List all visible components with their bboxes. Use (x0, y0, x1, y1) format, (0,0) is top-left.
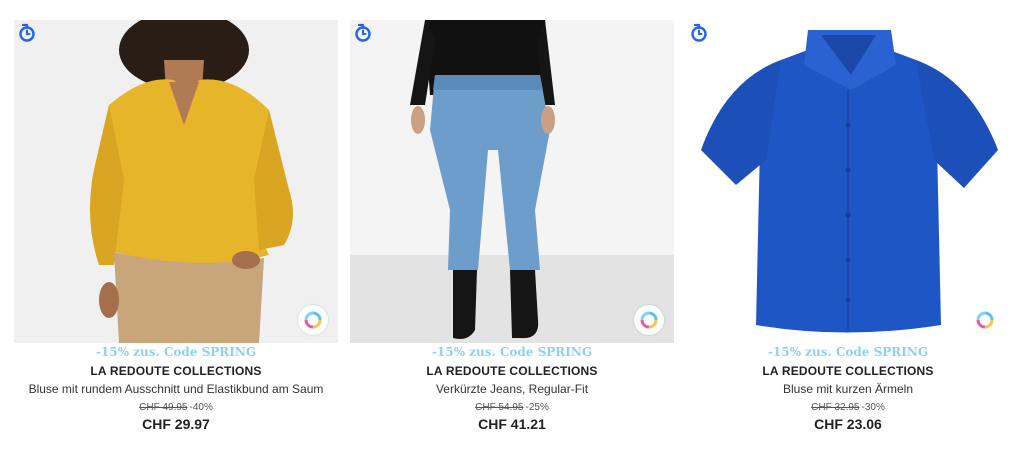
discount-badge: -30% (861, 402, 885, 413)
old-price: CHF 32.95 (811, 402, 860, 413)
discount-badge: -25% (525, 402, 549, 413)
product-info: -15% zus. Code SPRING LA REDOUTE COLLECT… (350, 345, 674, 432)
old-price-row: CHF 32.95 -30% (686, 402, 1010, 413)
product-image[interactable] (350, 20, 674, 343)
old-price: CHF 54.95 (475, 402, 524, 413)
product-card[interactable]: -15% zus. Code SPRING LA REDOUTE COLLECT… (14, 20, 338, 440)
product-title[interactable]: Bluse mit rundem Ausschnitt und Elastikb… (14, 382, 338, 396)
current-price: CHF 29.97 (142, 416, 210, 432)
product-card[interactable]: -15% zus. Code SPRING LA REDOUTE COLLECT… (686, 20, 1010, 440)
brand-name[interactable]: LA REDOUTE COLLECTIONS (686, 364, 1010, 378)
refresh-timer-icon[interactable] (353, 23, 373, 43)
brand-name[interactable]: LA REDOUTE COLLECTIONS (14, 364, 338, 378)
current-price: CHF 41.21 (478, 416, 546, 432)
current-price: CHF 23.06 (814, 416, 882, 432)
promo-code-text: -15% zus. Code SPRING (767, 345, 929, 359)
brand-name[interactable]: LA REDOUTE COLLECTIONS (350, 364, 674, 378)
product-image[interactable] (14, 20, 338, 343)
discount-badge: -40% (189, 402, 213, 413)
blouse-model-photo (14, 20, 338, 343)
product-info: -15% zus. Code SPRING LA REDOUTE COLLECT… (686, 345, 1010, 432)
product-card[interactable]: -15% zus. Code SPRING LA REDOUTE COLLECT… (350, 20, 674, 440)
refresh-timer-icon[interactable] (689, 23, 709, 43)
old-price: CHF 49.95 (139, 402, 188, 413)
promo-code-text: -15% zus. Code SPRING (95, 345, 257, 359)
old-price-row: CHF 49.95 -40% (14, 402, 338, 413)
color-swatch-icon[interactable] (970, 305, 1000, 335)
color-swatch-icon[interactable] (634, 305, 664, 335)
old-price-row: CHF 54.95 -25% (350, 402, 674, 413)
promo-code-text: -15% zus. Code SPRING (431, 345, 593, 359)
product-title[interactable]: Bluse mit kurzen Ärmeln (686, 382, 1010, 396)
blue-shirt-photo (686, 20, 1010, 343)
product-title[interactable]: Verkürzte Jeans, Regular-Fit (350, 382, 674, 396)
product-image[interactable] (686, 20, 1010, 343)
color-swatch-icon[interactable] (298, 305, 328, 335)
product-grid: -15% zus. Code SPRING LA REDOUTE COLLECT… (0, 0, 1024, 462)
refresh-timer-icon[interactable] (17, 23, 37, 43)
product-info: -15% zus. Code SPRING LA REDOUTE COLLECT… (14, 345, 338, 432)
jeans-model-photo (350, 20, 674, 343)
